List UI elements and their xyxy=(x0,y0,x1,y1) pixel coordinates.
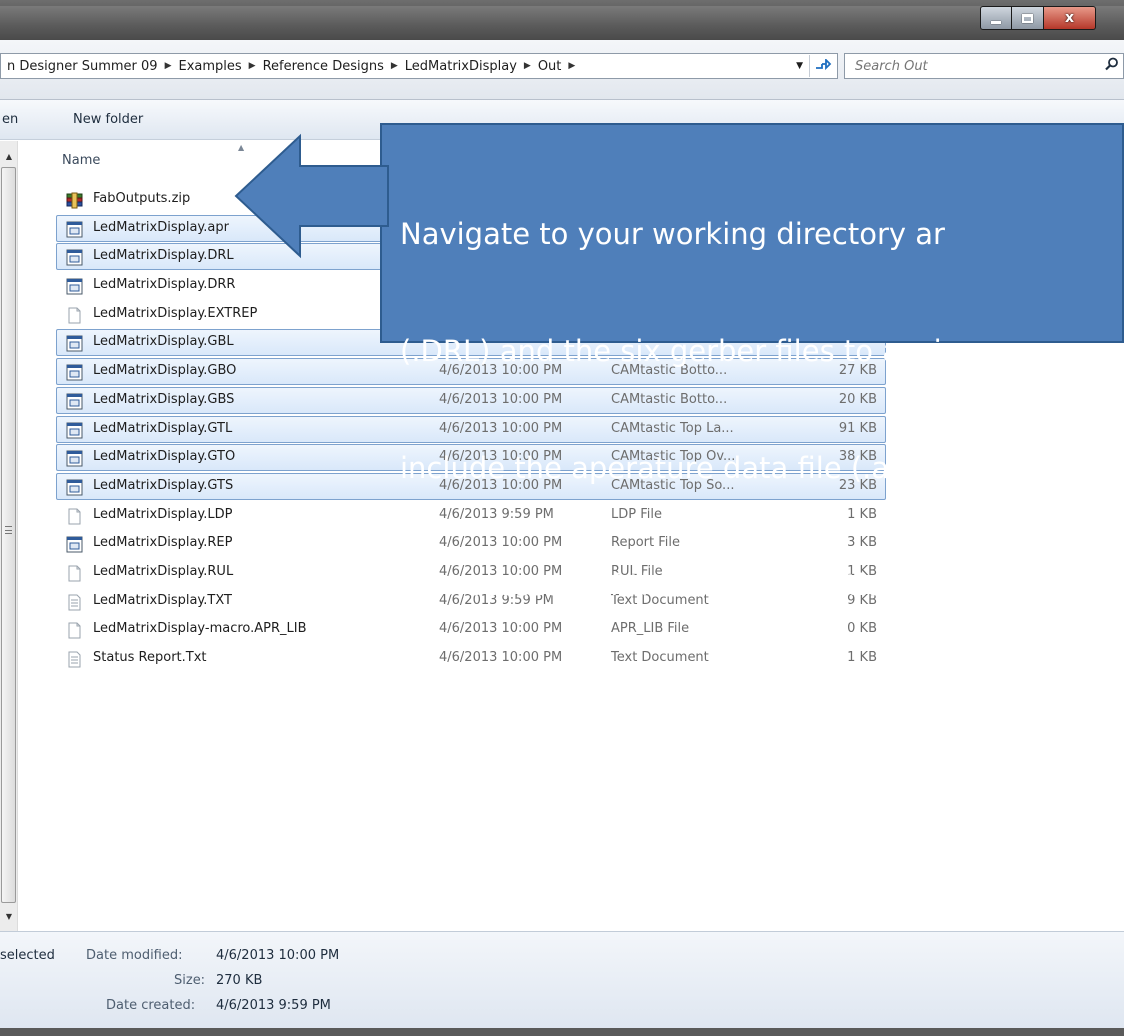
window-bottom-border xyxy=(0,1028,1124,1036)
file-name: FabOutputs.zip xyxy=(93,191,191,206)
callout-arrow-icon xyxy=(234,133,389,259)
chevron-right-icon[interactable]: ▶ xyxy=(521,61,534,71)
scrollbar-thumb[interactable] xyxy=(1,167,16,903)
date-created-label: Date created: xyxy=(106,998,196,1013)
file-name: LedMatrixDisplay.apr xyxy=(93,219,229,235)
file-name: LedMatrixDisplay.REP xyxy=(93,535,233,551)
callout-line: be necessary if the NC drill options a xyxy=(400,568,944,602)
scroll-down-icon[interactable]: ▼ xyxy=(0,907,18,925)
blank-file-icon xyxy=(66,508,83,525)
blank-file-icon xyxy=(66,565,83,582)
breadcrumb-item[interactable]: Examples xyxy=(175,59,246,74)
file-name: LedMatrixDisplay.RUL xyxy=(93,563,234,579)
file-name: LedMatrixDisplay.GBO xyxy=(93,363,237,379)
file-name: LedMatrixDisplay.LDP xyxy=(93,506,233,522)
cam-file-icon xyxy=(66,335,83,352)
callout-line: include the aperature data file (.apr) t xyxy=(400,451,952,485)
zip-archive-icon xyxy=(66,192,83,209)
date-modified-label: Date modified: xyxy=(86,948,183,963)
cam-file-icon xyxy=(66,450,83,467)
chevron-right-icon[interactable]: ▶ xyxy=(246,61,259,71)
cam-file-icon xyxy=(66,221,83,238)
cam-file-icon xyxy=(66,536,83,553)
open-button[interactable]: en xyxy=(2,112,18,127)
refresh-icon xyxy=(815,59,831,71)
details-pane: selected Date modified: 4/6/2013 10:00 P… xyxy=(0,931,1124,1036)
search-icon[interactable] xyxy=(1105,57,1119,71)
cam-file-icon xyxy=(66,422,83,439)
vertical-scrollbar[interactable]: ▲ ▼ xyxy=(0,141,18,931)
size-value: 270 KB xyxy=(216,973,263,988)
size-label: Size: xyxy=(174,973,206,988)
blank-file-icon xyxy=(66,622,83,639)
cam-file-icon xyxy=(66,278,83,295)
cam-file-icon xyxy=(66,479,83,496)
grip-icon xyxy=(5,526,12,534)
address-bar-row: n Designer Summer 09 ▶ Examples ▶ Refere… xyxy=(0,40,1124,100)
text-document-icon xyxy=(66,594,83,611)
close-icon: x xyxy=(1064,10,1075,26)
maximize-icon xyxy=(1022,13,1033,23)
file-name: LedMatrixDisplay-macro.APR_LIB xyxy=(93,621,307,637)
file-name: LedMatrixDisplay.DRL xyxy=(93,248,234,264)
breadcrumb-item[interactable]: Reference Designs xyxy=(259,59,388,74)
file-name: Status Report.Txt xyxy=(93,650,207,665)
file-name: LedMatrixDisplay.GTL xyxy=(93,420,233,436)
refresh-button[interactable] xyxy=(809,55,835,77)
breadcrumb-item[interactable]: Out xyxy=(534,59,566,74)
file-name: LedMatrixDisplay.GTO xyxy=(93,449,236,465)
window-controls: x xyxy=(980,6,1096,30)
file-name: LedMatrixDisplay.GBS xyxy=(93,391,235,407)
cam-file-icon xyxy=(66,364,83,381)
scroll-up-icon[interactable]: ▲ xyxy=(0,147,18,165)
chevron-right-icon[interactable]: ▶ xyxy=(388,61,401,71)
file-name: LedMatrixDisplay.EXTREP xyxy=(93,305,258,321)
close-button[interactable]: x xyxy=(1044,6,1096,30)
title-bar-glass xyxy=(0,6,1124,40)
cam-file-icon xyxy=(66,393,83,410)
breadcrumb-item[interactable]: LedMatrixDisplay xyxy=(401,59,521,74)
instruction-callout: Navigate to your working directory ar (.… xyxy=(380,123,1124,602)
minimize-button[interactable] xyxy=(980,6,1012,30)
text-document-icon xyxy=(66,651,83,668)
file-name: LedMatrixDisplay.GTS xyxy=(93,477,234,493)
cam-file-icon xyxy=(66,249,83,266)
selection-summary: selected xyxy=(0,948,55,963)
title-bar: x xyxy=(0,0,1124,40)
search-box[interactable] xyxy=(844,53,1124,79)
new-folder-button[interactable]: New folder xyxy=(73,112,143,127)
date-modified-value: 4/6/2013 10:00 PM xyxy=(216,948,340,963)
chevron-right-icon[interactable]: ▶ xyxy=(162,61,175,71)
breadcrumb-item[interactable]: n Designer Summer 09 xyxy=(3,59,162,74)
file-name: LedMatrixDisplay.DRR xyxy=(93,277,236,293)
blank-file-icon xyxy=(66,307,83,324)
callout-text: Navigate to your working directory ar (.… xyxy=(400,137,960,683)
chevron-right-icon[interactable]: ▶ xyxy=(565,61,578,71)
minimize-icon xyxy=(991,20,1001,24)
callout-line: (.DRL) and the six gerber files to a .zi… xyxy=(400,334,961,368)
file-name: LedMatrixDisplay.GBL xyxy=(93,334,234,350)
breadcrumb[interactable]: n Designer Summer 09 ▶ Examples ▶ Refere… xyxy=(0,53,838,79)
address-history-dropdown-icon[interactable]: ▼ xyxy=(796,61,803,71)
callout-line: Navigate to your working directory ar xyxy=(400,217,945,251)
file-name: LedMatrixDisplay.TXT xyxy=(93,592,232,608)
search-input[interactable] xyxy=(855,58,1085,74)
maximize-button[interactable] xyxy=(1012,6,1044,30)
column-header-name[interactable]: Name xyxy=(62,153,100,168)
date-created-value: 4/6/2013 9:59 PM xyxy=(216,998,331,1013)
